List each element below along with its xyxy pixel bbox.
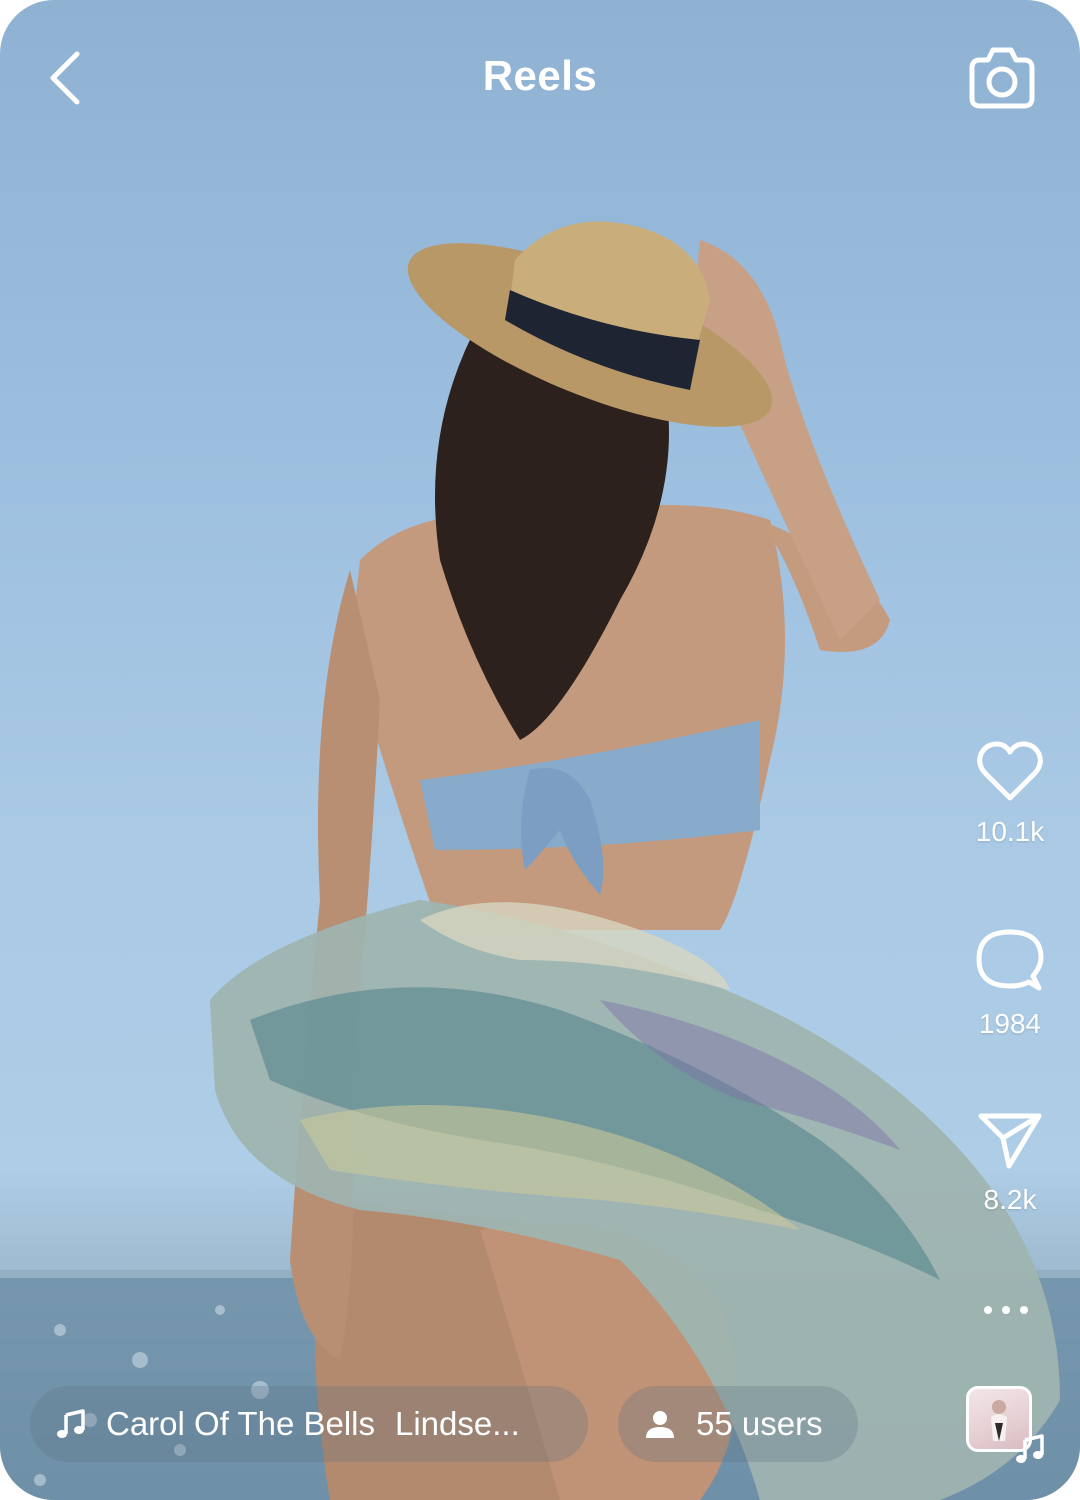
share-button[interactable]: 8.2k [970, 1110, 1050, 1216]
comment-count: 1984 [978, 1008, 1042, 1039]
share-count: 8.2k [983, 1184, 1037, 1215]
audio-track-pill[interactable]: Carol Of The Bells Lindse... [30, 1386, 588, 1462]
reel-video[interactable] [0, 0, 1080, 1500]
page-title: Reels [482, 52, 598, 99]
user-icon [644, 1408, 676, 1440]
more-dots-icon [984, 1306, 992, 1314]
comment-bubble-icon [976, 929, 1044, 991]
like-count: 10.1k [975, 816, 1045, 847]
reels-screen: Reels 10.1k 1984 8.2k Carol Of The Bells… [0, 0, 1080, 1500]
reel-photo-illustration [0, 221, 1080, 1500]
heart-icon [977, 741, 1043, 801]
song-title: Carol Of The Bells [106, 1405, 375, 1442]
audio-thumbnail[interactable] [966, 1386, 1044, 1463]
like-button[interactable]: 10.1k [970, 740, 1050, 848]
music-note-icon [56, 1409, 86, 1439]
audio-track-text: Carol Of The Bells Lindse... [106, 1405, 520, 1443]
users-count: 55 users [696, 1405, 823, 1442]
music-note-icon [1015, 1434, 1045, 1469]
paper-plane-icon [978, 1113, 1042, 1169]
camera-icon [969, 47, 1035, 109]
song-artist: Lindse... [395, 1405, 520, 1442]
comment-button[interactable]: 1984 [970, 926, 1050, 1040]
users-pill[interactable]: 55 users [618, 1386, 858, 1462]
camera-button[interactable] [962, 38, 1042, 118]
more-options-button[interactable] [984, 1300, 1028, 1320]
